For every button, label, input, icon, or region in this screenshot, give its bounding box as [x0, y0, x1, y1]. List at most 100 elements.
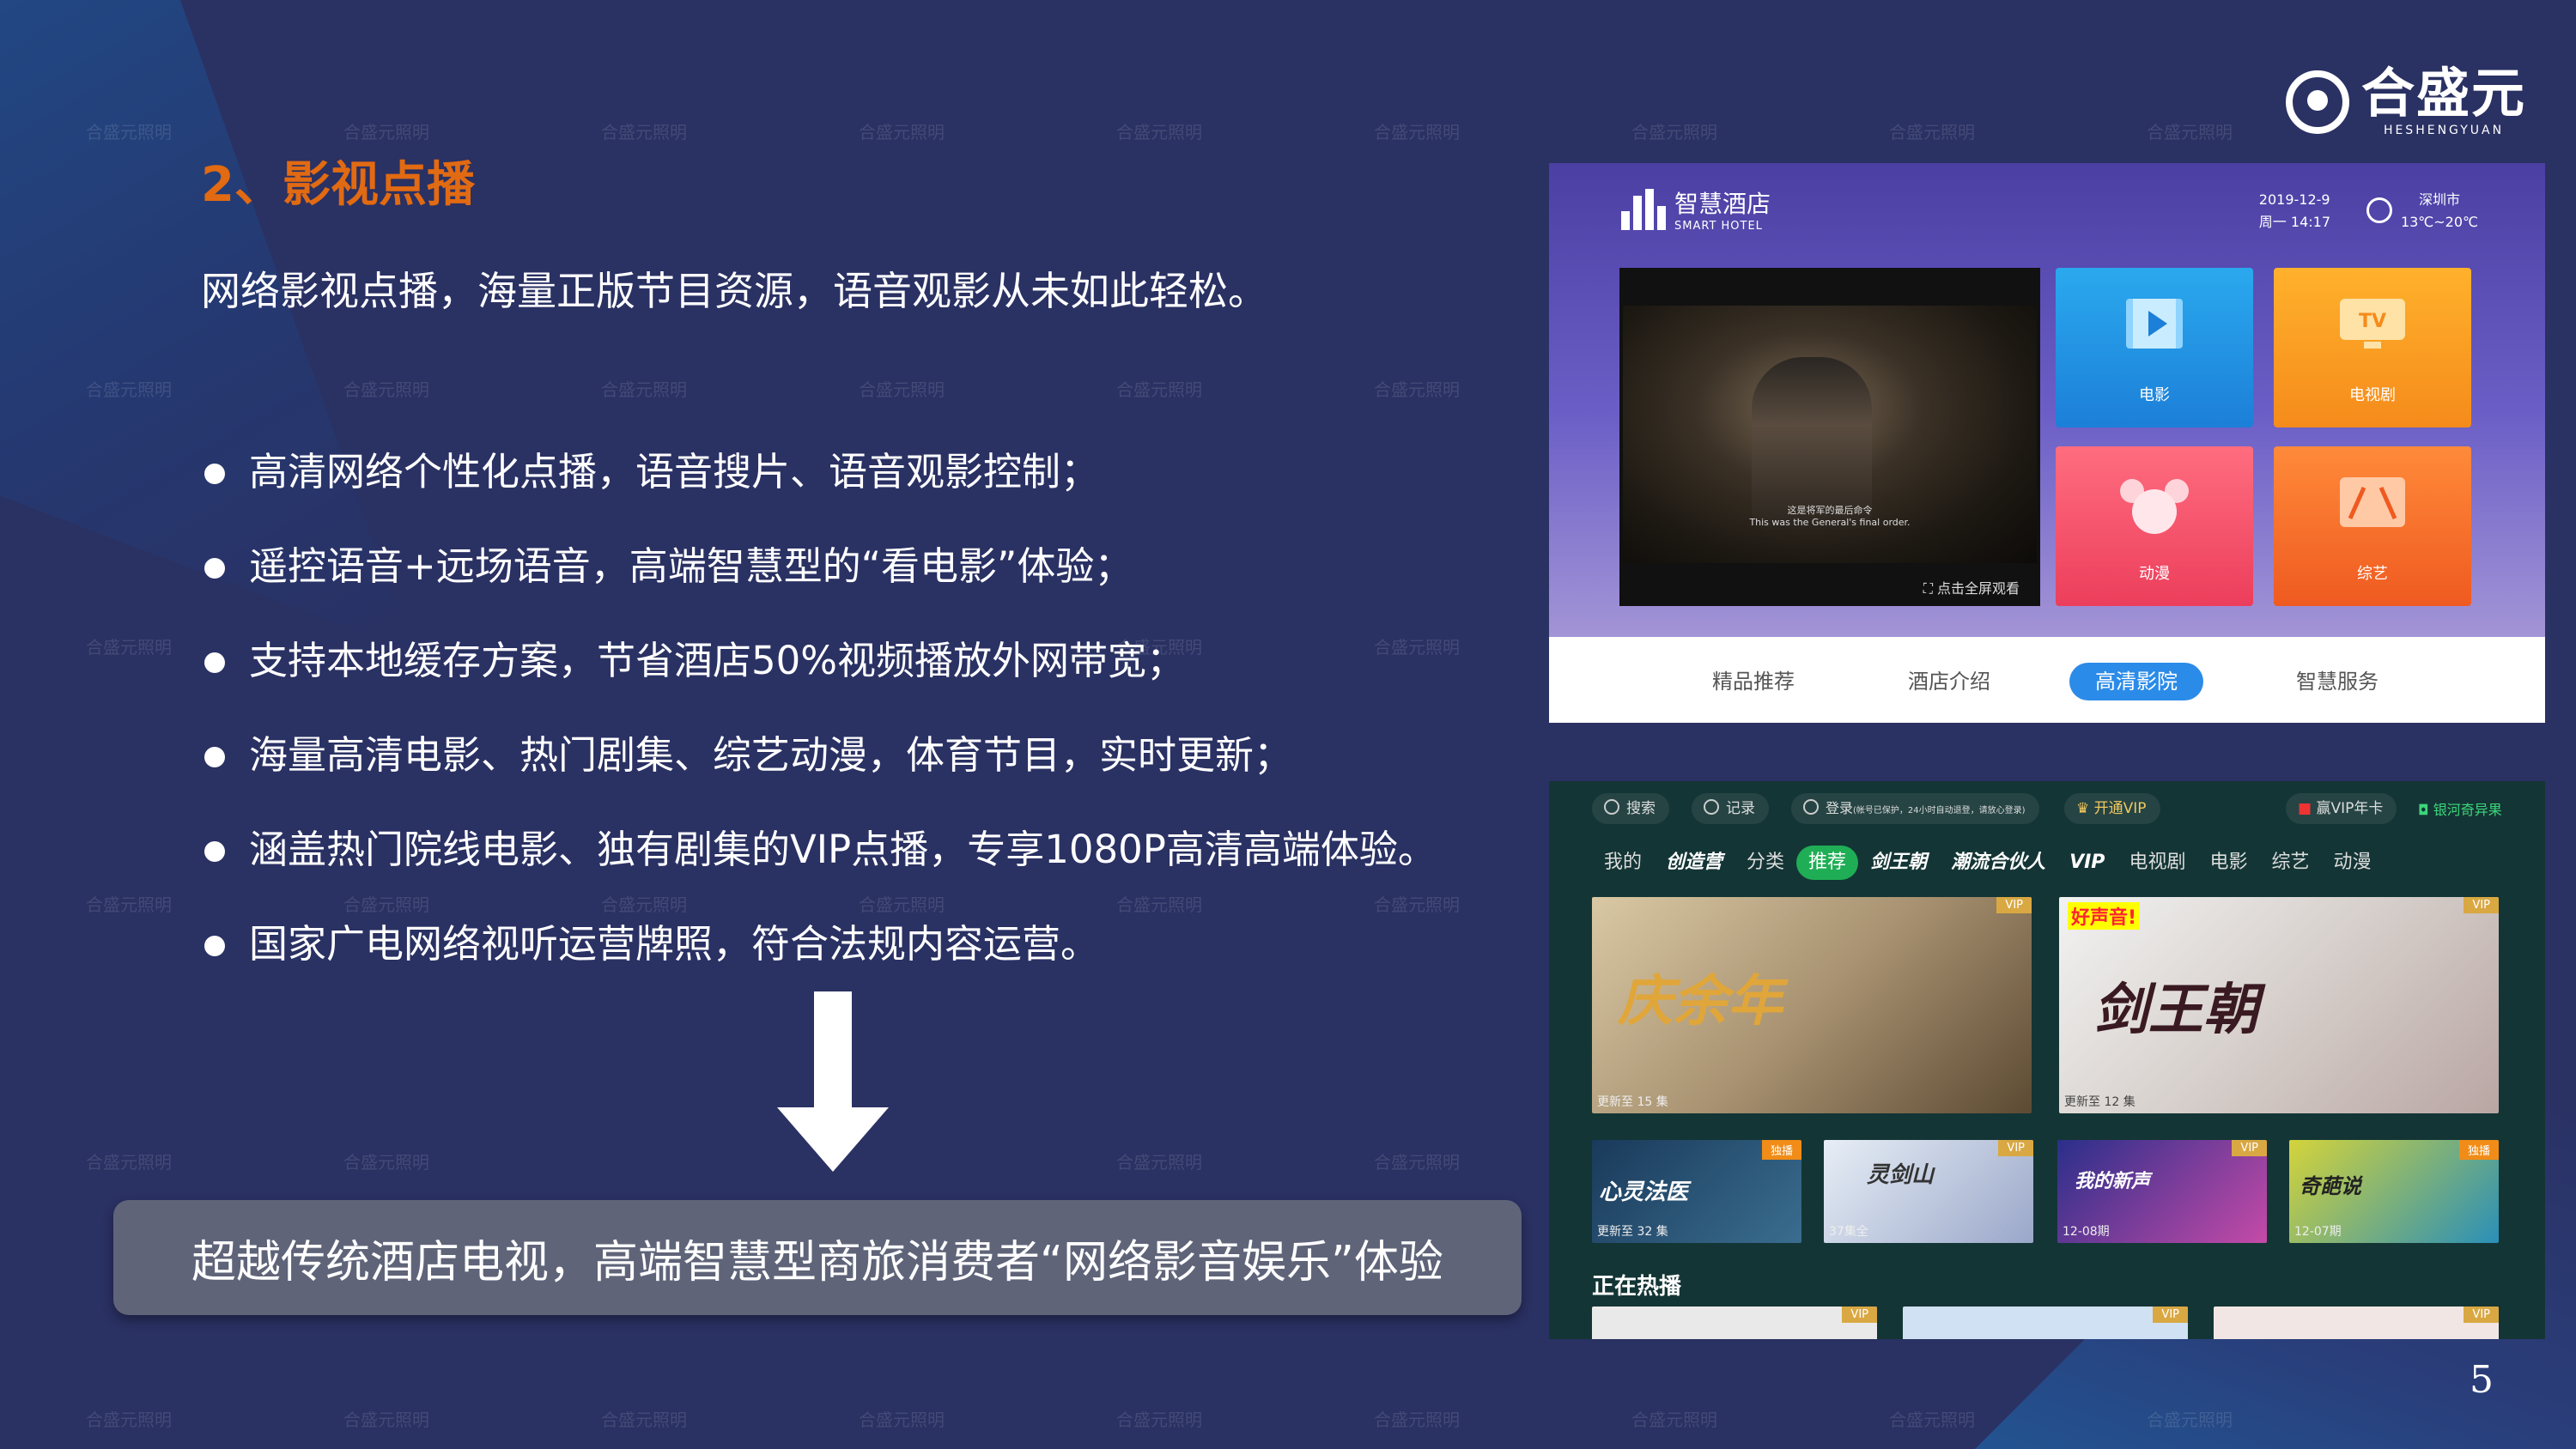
vip-year-button[interactable]: ■ 赢VIP年卡: [2286, 793, 2397, 824]
poster-xinlingfayi[interactable]: 心灵法医 独播 更新至 32 集: [1592, 1140, 1801, 1243]
film-icon: [2126, 299, 2183, 349]
search-icon: [1604, 799, 1619, 815]
vip-badge: VIP: [1842, 1307, 1877, 1323]
watermark: 合盛元照明: [343, 1410, 429, 1430]
user-icon: [1803, 799, 1819, 815]
tab-movies[interactable]: 电影: [2197, 846, 2259, 880]
feature-item: 涵盖热门院线电影、独有剧集的VIP点播，专享1080P高清高端体验。: [201, 824, 1437, 919]
logo-name-cn: 合盛元: [2360, 62, 2526, 124]
tab-anime[interactable]: 动漫: [2321, 846, 2383, 880]
watermark: 合盛元照明: [86, 122, 172, 142]
watermark: 合盛元照明: [859, 379, 945, 400]
tab-category[interactable]: 分类: [1735, 846, 1796, 880]
date-text: 2019-12-9: [2258, 191, 2330, 208]
poster-show-3[interactable]: 我的新声 VIP 12-08期: [2057, 1140, 2267, 1243]
poster-now-playing[interactable]: VIP: [1592, 1307, 1877, 1339]
watermark: 合盛元照明: [86, 1152, 172, 1173]
fullscreen-hint[interactable]: ⛶ 点击全屏观看: [1923, 577, 2020, 597]
watermark: 合盛元照明: [1116, 1410, 1202, 1430]
summary-callout: 超越传统酒店电视，高端智慧型商旅消费者“网络影音娱乐”体验: [113, 1200, 1522, 1315]
watermark: 合盛元照明: [1374, 122, 1460, 142]
tile-movie-label: 电影: [2139, 386, 2170, 404]
datetime: 2019-12-9 周一 14:17: [2259, 189, 2330, 233]
screen1-bottom-nav: 精品推荐 酒店介绍 高清影院 智慧服务: [1549, 637, 2545, 723]
watermark: 合盛元照明: [859, 122, 945, 142]
callout-text: 超越传统酒店电视，高端智慧型商旅消费者“网络影音娱乐”体验: [191, 1236, 1443, 1288]
intro-text: 网络影视点播，海量正版节目资源，语音观影从未如此轻松。: [201, 268, 1267, 314]
poster-qipashuo[interactable]: 奇葩说 独播 12-07期: [2289, 1140, 2499, 1243]
video-preview[interactable]: 这是将军的最后命令 This was the General's final o…: [1619, 268, 2040, 606]
video-app-screen: 搜索 记录 登录(帐号已保护，24小时自动退登，请放心登录) ♛ 开通VIP ■…: [1549, 781, 2545, 1339]
tab-trend-partner[interactable]: 潮流合伙人: [1939, 846, 2057, 880]
hotel-brand-en: SMART HOTEL: [1674, 220, 1763, 233]
tile-anime[interactable]: 动漫: [2056, 446, 2253, 606]
open-vip-button[interactable]: ♛ 开通VIP: [2064, 793, 2160, 824]
poster-caption: 更新至 32 集: [1597, 1225, 1668, 1239]
gift-icon: ■: [2298, 800, 2317, 817]
watermark: 合盛元照明: [343, 122, 429, 142]
watermark: 合盛元照明: [1116, 1152, 1202, 1173]
tab-chuangzaoying[interactable]: 创造营: [1654, 846, 1735, 880]
tab-vip[interactable]: VIP: [2057, 846, 2117, 880]
watermark: 合盛元照明: [601, 122, 687, 142]
watermark: 合盛元照明: [601, 1410, 687, 1430]
history-icon: [1704, 799, 1719, 815]
tile-movie[interactable]: 电影: [2056, 268, 2253, 427]
section-title: 2、影视点播: [201, 157, 475, 213]
tab-mine[interactable]: 我的: [1592, 846, 1654, 880]
nav-hd-cinema[interactable]: 高清影院: [2069, 663, 2203, 700]
city-text: 深圳市: [2418, 191, 2460, 208]
tile-variety-label: 综艺: [2357, 565, 2388, 583]
watermark: 合盛元照明: [86, 1410, 172, 1430]
feature-item: 海量高清电影、热门剧集、综艺动漫，体育节目，实时更新；: [201, 730, 1437, 824]
weather: 深圳市 13℃~20℃: [2401, 189, 2478, 233]
poster-title: 剑王朝: [2093, 979, 2258, 1042]
nav-featured[interactable]: 精品推荐: [1686, 663, 1820, 700]
watermark: 合盛元照明: [1889, 1410, 1975, 1430]
poster-title: 庆余年: [1618, 970, 1783, 1034]
watermark: 合盛元照明: [343, 379, 429, 400]
poster-now-playing[interactable]: VIP: [2214, 1307, 2499, 1339]
video-subtitle-en: This was the General's final order.: [1749, 517, 1911, 528]
nav-smart-service[interactable]: 智慧服务: [2270, 663, 2404, 700]
watermark: 合盛元照明: [86, 894, 172, 915]
watermark: 合盛元照明: [601, 379, 687, 400]
watermark: 合盛元照明: [1374, 379, 1460, 400]
poster-now-playing[interactable]: VIP: [1903, 1307, 2188, 1339]
tab-tv-series[interactable]: 电视剧: [2117, 846, 2197, 880]
sun-icon: [2366, 197, 2392, 223]
poster-qingyunian[interactable]: 庆余年 VIP 更新至 15 集: [1592, 897, 2032, 1113]
stage-icon: [2340, 477, 2405, 527]
nav-hotel-intro[interactable]: 酒店介绍: [1882, 663, 2016, 700]
watermark: 合盛元照明: [1374, 1152, 1460, 1173]
poster-lingjianshan[interactable]: 灵剑山 VIP 37集全: [1824, 1140, 2033, 1243]
watermark: 合盛元照明: [1116, 379, 1202, 400]
screen2-tabs: 我的 创造营 分类 推荐 剑王朝 潮流合伙人 VIP 电视剧 电影 综艺 动漫: [1592, 841, 2384, 884]
watermark: 合盛元照明: [1374, 1410, 1460, 1430]
feature-list: 高清网络个性化点播，语音搜片、语音观影控制； 遥控语音+远场语音，高端智慧型的“…: [201, 446, 1437, 1013]
poster-jianwangchao[interactable]: 好声音! 剑王朝 VIP 更新至 12 集: [2059, 897, 2499, 1113]
tv-brand-icon: ◘: [2418, 802, 2433, 818]
hotel-brand: 智慧酒店 SMART HOTEL: [1618, 185, 1771, 233]
watermark: 合盛元照明: [343, 1152, 429, 1173]
tile-tv[interactable]: TV 电视剧: [2274, 268, 2471, 427]
tab-variety[interactable]: 综艺: [2259, 846, 2321, 880]
tab-jianwangchao[interactable]: 剑王朝: [1858, 846, 1939, 880]
tile-variety[interactable]: 综艺: [2274, 446, 2471, 606]
tab-recommend[interactable]: 推荐: [1796, 846, 1859, 880]
watermark: 合盛元照明: [859, 1410, 945, 1430]
login-button[interactable]: 登录(帐号已保护，24小时自动退登，请放心登录): [1791, 793, 2039, 824]
poster-tag: 好声音!: [2068, 902, 2141, 930]
poster-caption: 更新至 12 集: [2064, 1095, 2136, 1109]
search-button[interactable]: 搜索: [1592, 793, 1669, 824]
logo-name-en: HESHENGYUAN: [2383, 124, 2505, 137]
app-brand: ◘ 银河奇异果: [2418, 802, 2502, 818]
vip-badge: VIP: [2153, 1307, 2188, 1323]
poster-caption: 更新至 15 集: [1597, 1095, 1668, 1109]
vip-badge: VIP: [2464, 897, 2499, 913]
tile-anime-label: 动漫: [2139, 565, 2170, 583]
feature-item: 遥控语音+远场语音，高端智慧型的“看电影”体验；: [201, 541, 1437, 635]
history-button[interactable]: 记录: [1692, 793, 1769, 824]
watermark: 合盛元照明: [1116, 122, 1202, 142]
logo-icon: [2285, 70, 2349, 134]
